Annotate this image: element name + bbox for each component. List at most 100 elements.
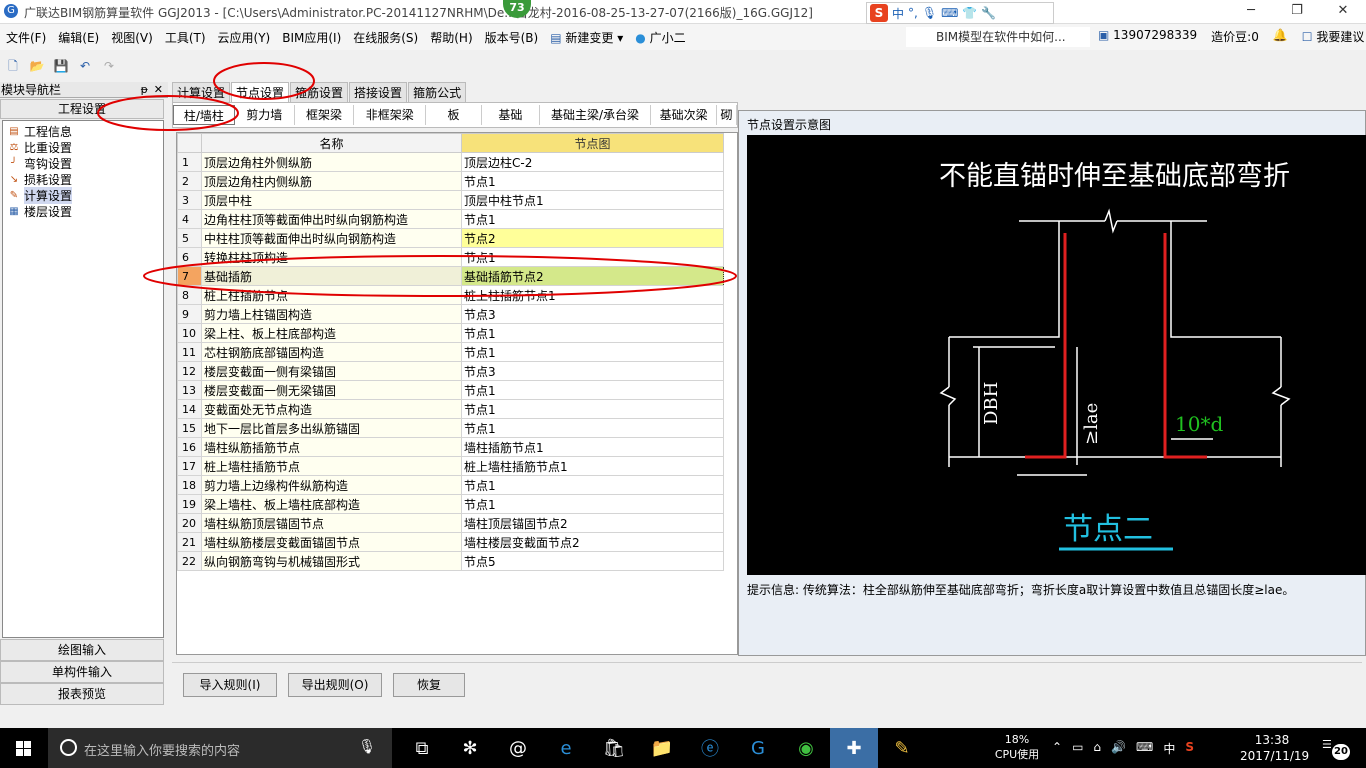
table-row[interactable]: 4 边角柱柱顶等截面伸出时纵向钢筋构造 节点1 (177, 209, 724, 229)
ime-mode[interactable]: 中 (892, 5, 904, 22)
nav-single-component-input[interactable]: 单构件输入 (0, 661, 164, 683)
fan-app-icon[interactable]: ✻ (446, 728, 494, 768)
menu-edit[interactable]: 编辑(E) (52, 29, 105, 46)
row-node-cell[interactable]: 节点1 (461, 209, 724, 229)
notification-center[interactable]: ☰ 20 (1322, 738, 1350, 760)
tab-node-settings[interactable]: 节点设置 (231, 82, 290, 102)
import-rules-button[interactable]: 导入规则(I) (183, 673, 277, 697)
ie-icon[interactable]: ⓔ (686, 728, 734, 768)
keyboard-icon[interactable]: ⌨ (941, 6, 958, 20)
tray-expand-icon[interactable]: ⌃ (1052, 740, 1062, 757)
table-row[interactable]: 15 地下一层比首层多出纵筋锚固 节点1 (177, 418, 724, 438)
column-header-node[interactable]: 节点图 (461, 133, 724, 153)
row-number[interactable]: 12 (177, 361, 202, 381)
table-row[interactable]: 20 墙柱纵筋顶层锚固节点 墙柱顶层锚固节点2 (177, 513, 724, 533)
row-name-cell[interactable]: 边角柱柱顶等截面伸出时纵向钢筋构造 (201, 209, 462, 229)
row-name-cell[interactable]: 顶层边角柱内侧纵筋 (201, 171, 462, 191)
row-name-cell[interactable]: 梁上柱、板上柱底部构造 (201, 323, 462, 343)
file-explorer-icon[interactable]: 📁 (638, 728, 686, 768)
tab-stirrup-formula[interactable]: 箍筋公式 (408, 82, 467, 102)
points-label[interactable]: 造价豆:0 (1211, 28, 1259, 45)
open-folder-icon[interactable]: 📂 (28, 57, 46, 75)
export-rules-button[interactable]: 导出规则(O) (288, 673, 382, 697)
row-name-cell[interactable]: 中柱柱顶等截面伸出时纵向钢筋构造 (201, 228, 462, 248)
row-number[interactable]: 20 (177, 513, 202, 533)
nav-drawing-input[interactable]: 绘图输入 (0, 639, 164, 661)
cpu-usage[interactable]: 18% CPU使用 (990, 732, 1044, 762)
clock[interactable]: 13:38 2017/11/19 (1240, 732, 1309, 764)
menu-cloud[interactable]: 云应用(Y) (212, 29, 277, 46)
row-number[interactable]: 22 (177, 551, 202, 571)
row-node-cell[interactable]: 节点1 (461, 171, 724, 191)
row-node-cell[interactable]: 节点1 (461, 475, 724, 495)
table-row[interactable]: 1 顶层边角柱外侧纵筋 顶层边柱C-2 (177, 152, 724, 172)
row-name-cell[interactable]: 纵向钢筋弯钩与机械锚固形式 (201, 551, 462, 571)
row-name-cell[interactable]: 墙柱纵筋楼层变截面锚固节点 (201, 532, 462, 552)
table-row[interactable]: 7 基础插筋 基础插筋节点2 (177, 266, 724, 286)
skin-icon[interactable]: 👕 (962, 6, 977, 20)
nav-section-project-settings[interactable]: 工程设置 (0, 99, 164, 119)
tab-stirrup-settings[interactable]: 箍筋设置 (290, 82, 349, 102)
ggj-app-icon[interactable]: ✚ (830, 728, 878, 768)
start-button[interactable] (0, 728, 48, 768)
row-node-cell[interactable]: 桩上柱插筋节点1 (461, 285, 724, 305)
row-node-cell[interactable]: 节点1 (461, 342, 724, 362)
table-row[interactable]: 3 顶层中柱 顶层中柱节点1 (177, 190, 724, 210)
row-node-cell[interactable]: 墙柱楼层变截面节点2 (461, 532, 724, 552)
table-row[interactable]: 16 墙柱纵筋插筋节点 墙柱插筋节点1 (177, 437, 724, 457)
row-node-cell[interactable]: 节点3 (461, 361, 724, 381)
ime-toolbar[interactable]: S 中 °, 🎙 ⌨ 👕 🔧 (866, 2, 1054, 24)
menu-version[interactable]: 版本号(B) (479, 29, 545, 46)
tab-lap-settings[interactable]: 搭接设置 (349, 82, 408, 102)
column-header-name[interactable]: 名称 (201, 133, 462, 153)
minimize-button[interactable]: ─ (1228, 0, 1274, 22)
settings-wrench-icon[interactable]: 🔧 (981, 6, 996, 20)
mic-icon[interactable]: 🎙 (358, 739, 376, 755)
tree-item-loss[interactable]: ↘ 损耗设置 (3, 171, 163, 187)
task-view-icon[interactable]: ⧉ (398, 728, 446, 768)
table-row[interactable]: 8 桩上柱插筋节点 桩上柱插筋节点1 (177, 285, 724, 305)
row-number[interactable]: 3 (177, 190, 202, 210)
table-row[interactable]: 9 剪力墙上柱锚固构造 节点3 (177, 304, 724, 324)
row-node-cell[interactable]: 顶层边柱C-2 (461, 152, 724, 172)
tree-item-calc[interactable]: ✎ 计算设置 (3, 186, 163, 204)
row-number[interactable]: 5 (177, 228, 202, 248)
row-number[interactable]: 10 (177, 323, 202, 343)
table-row[interactable]: 17 桩上墙柱插筋节点 桩上墙柱插筋节点1 (177, 456, 724, 476)
row-name-cell[interactable]: 桩上墙柱插筋节点 (201, 456, 462, 476)
edge-icon[interactable]: e (542, 728, 590, 768)
row-number[interactable]: 21 (177, 532, 202, 552)
keyboard-icon[interactable]: ⌨ (1136, 740, 1153, 757)
row-node-cell[interactable]: 基础插筋节点2 (461, 266, 724, 286)
store-icon[interactable]: 🛍 (590, 728, 638, 768)
row-name-cell[interactable]: 墙柱纵筋顶层锚固节点 (201, 513, 462, 533)
menu-tools[interactable]: 工具(T) (159, 29, 212, 46)
menu-help[interactable]: 帮助(H) (424, 29, 478, 46)
subtab-foundation[interactable]: 基础 (482, 105, 540, 125)
row-name-cell[interactable]: 基础插筋 (201, 266, 462, 286)
user-account[interactable]: ▣ 13907298339 (1098, 28, 1197, 45)
row-node-cell[interactable]: 节点1 (461, 494, 724, 514)
redo-icon[interactable]: ↷ (100, 57, 118, 75)
row-name-cell[interactable]: 梁上墙柱、板上墙柱底部构造 (201, 494, 462, 514)
subtab-non-frame-beam[interactable]: 非框架梁 (354, 105, 427, 125)
swirl-app-icon[interactable]: @ (494, 728, 542, 768)
row-node-cell[interactable]: 墙柱顶层锚固节点2 (461, 513, 724, 533)
row-number[interactable]: 2 (177, 171, 202, 191)
tab-calc-settings[interactable]: 计算设置 (172, 82, 231, 102)
row-number[interactable]: 4 (177, 209, 202, 229)
row-node-cell[interactable]: 节点3 (461, 304, 724, 324)
restore-button[interactable]: 恢复 (393, 673, 465, 697)
row-number[interactable]: 17 (177, 456, 202, 476)
notes-app-icon[interactable]: ✎ (878, 728, 926, 768)
menu-file[interactable]: 文件(F) (0, 29, 52, 46)
subtab-foundation-secondary-beam[interactable]: 基础次梁 (651, 105, 718, 125)
row-name-cell[interactable]: 楼层变截面一侧无梁锚固 (201, 380, 462, 400)
volume-icon[interactable]: 🔊 (1111, 740, 1126, 757)
tree-item-weight[interactable]: ⚖ 比重设置 (3, 139, 163, 155)
menu-bim[interactable]: BIM应用(I) (276, 29, 347, 46)
row-number[interactable]: 16 (177, 437, 202, 457)
menu-new-change[interactable]: ▤ 新建变更 ▾ (544, 29, 629, 46)
subtab-column[interactable]: 柱/墙柱 (173, 105, 235, 125)
row-node-cell[interactable]: 节点5 (461, 551, 724, 571)
